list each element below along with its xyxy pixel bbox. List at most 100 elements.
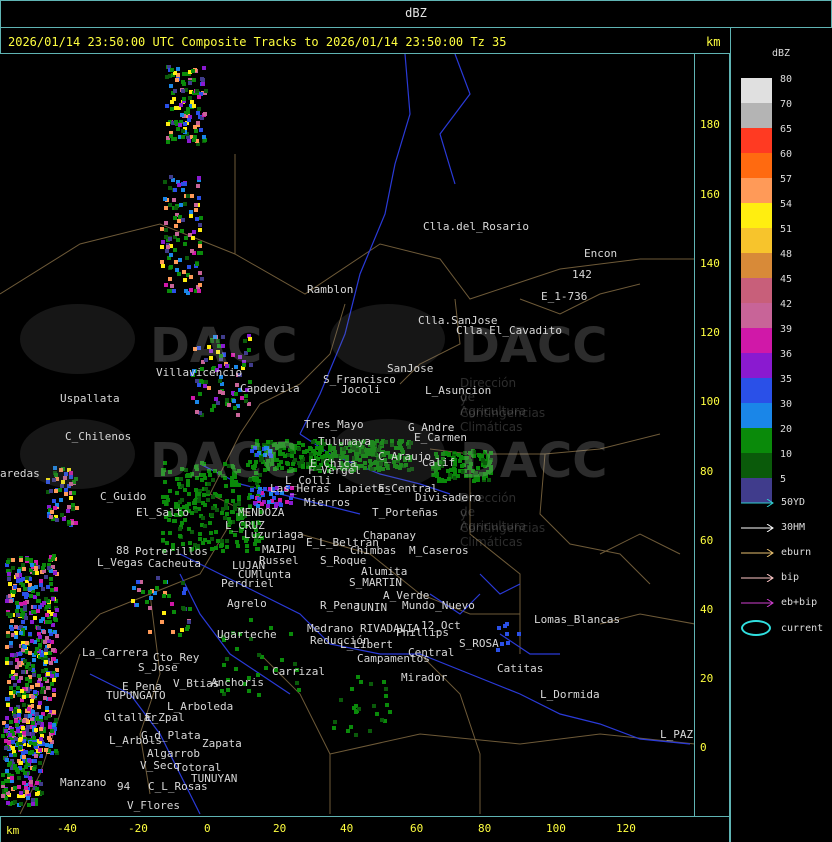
y-tick-label: 180 bbox=[700, 118, 720, 131]
place-label: TUPUNGATO bbox=[106, 689, 166, 702]
radar-echo-pixel bbox=[14, 625, 18, 629]
radar-echo-pixel bbox=[29, 594, 33, 598]
radar-echo-pixel bbox=[38, 769, 42, 773]
radar-echo-pixel bbox=[132, 586, 136, 590]
place-label: G_d_Plata bbox=[141, 729, 201, 742]
radar-echo-pixel bbox=[168, 277, 172, 281]
radar-echo-pixel bbox=[236, 413, 240, 417]
radar-echo-pixel bbox=[197, 289, 201, 293]
radar-echo-pixel bbox=[178, 123, 182, 127]
radar-echo-pixel bbox=[18, 733, 22, 737]
radar-echo-pixel bbox=[75, 506, 79, 510]
radar-echo-pixel bbox=[380, 718, 384, 722]
radar-echo-pixel bbox=[162, 611, 166, 615]
legend-level-label: 70 bbox=[780, 99, 793, 110]
radar-echo-pixel bbox=[197, 499, 201, 503]
radar-echo-pixel bbox=[60, 513, 64, 517]
legend-swatch bbox=[741, 178, 772, 203]
radar-echo-pixel bbox=[447, 477, 451, 481]
legend-level-label: 20 bbox=[780, 424, 793, 435]
radar-echo-pixel bbox=[11, 558, 15, 562]
radar-echo-pixel bbox=[198, 532, 202, 536]
radar-echo-pixel bbox=[34, 728, 38, 732]
radar-echo-pixel bbox=[141, 590, 145, 594]
radar-echo-pixel bbox=[30, 639, 34, 643]
radar-echo-pixel bbox=[41, 669, 45, 673]
radar-echo-pixel bbox=[21, 563, 25, 567]
radar-echo-pixel bbox=[4, 788, 8, 792]
radar-echo-pixel bbox=[183, 182, 187, 186]
radar-echo-pixel bbox=[189, 214, 193, 218]
radar-echo-pixel bbox=[31, 695, 35, 699]
radar-echo-pixel bbox=[188, 81, 192, 85]
legend-swatch bbox=[741, 328, 772, 353]
radar-echo-pixel bbox=[51, 597, 55, 601]
radar-echo-pixel bbox=[6, 697, 10, 701]
radar-echo-pixel bbox=[173, 248, 177, 252]
radar-echo-pixel bbox=[9, 707, 13, 711]
radar-echo-pixel bbox=[38, 748, 42, 752]
radar-echo-pixel bbox=[180, 521, 184, 525]
radar-echo-pixel bbox=[148, 630, 152, 634]
radar-echo-pixel bbox=[216, 401, 220, 405]
radar-echo-pixel bbox=[169, 84, 173, 88]
radar-echo-pixel bbox=[384, 694, 388, 698]
legend-level-label: 57 bbox=[780, 174, 793, 185]
radar-echo-pixel bbox=[172, 198, 176, 202]
radar-echo-pixel bbox=[179, 203, 183, 207]
radar-echo-pixel bbox=[28, 667, 32, 671]
radar-echo-pixel bbox=[231, 499, 235, 503]
boundary-line bbox=[599, 533, 681, 555]
radar-echo-pixel bbox=[171, 137, 175, 141]
radar-echo-pixel bbox=[257, 693, 261, 697]
radar-echo-pixel bbox=[232, 399, 236, 403]
radar-echo-pixel bbox=[24, 592, 28, 596]
place-label: T_Porteñas bbox=[372, 506, 439, 519]
radar-echo-pixel bbox=[40, 653, 44, 657]
radar-echo-pixel bbox=[155, 586, 159, 590]
radar-echo-pixel bbox=[222, 663, 226, 667]
radar-echo-pixel bbox=[10, 776, 14, 780]
radar-echo-pixel bbox=[39, 619, 43, 623]
radar-echo-pixel bbox=[135, 603, 139, 607]
radar-echo-pixel bbox=[196, 184, 200, 188]
legend-title: dBZ bbox=[772, 48, 791, 59]
y-tick-label: 140 bbox=[700, 257, 720, 270]
radar-echo-pixel bbox=[49, 489, 53, 493]
radar-echo-pixel bbox=[220, 539, 224, 543]
place-label: L_Vegas bbox=[97, 556, 144, 569]
radar-echo-pixel bbox=[15, 665, 19, 669]
place-label: L_Libert bbox=[340, 638, 393, 651]
radar-map[interactable]: DACC DACC Dirección de Agricultura y Con… bbox=[0, 54, 695, 816]
radar-echo-pixel bbox=[196, 111, 200, 115]
legend-level-label: 60 bbox=[780, 149, 793, 160]
radar-echo-pixel bbox=[62, 517, 66, 521]
y-tick-label: 40 bbox=[700, 603, 714, 616]
radar-echo-pixel bbox=[225, 398, 229, 402]
radar-echo-pixel bbox=[1, 781, 5, 785]
radar-echo-pixel bbox=[177, 219, 181, 223]
radar-echo-pixel bbox=[39, 737, 43, 741]
radar-echo-pixel bbox=[37, 705, 41, 709]
radar-echo-pixel bbox=[233, 503, 237, 507]
legend-level-label: 30 bbox=[780, 399, 793, 410]
radar-echo-pixel bbox=[216, 539, 220, 543]
radar-echo-pixel bbox=[20, 689, 24, 693]
radar-echo-pixel bbox=[186, 107, 190, 111]
radar-echo-pixel bbox=[181, 135, 185, 139]
place-label: Mirador bbox=[401, 671, 448, 684]
radar-echo-pixel bbox=[211, 495, 215, 499]
place-label: V_Flores bbox=[127, 799, 180, 812]
radar-echo-pixel bbox=[185, 627, 189, 631]
legend-level-label: 5 bbox=[780, 474, 787, 485]
place-label: L_Asuncion bbox=[425, 384, 492, 397]
place-label: L_Dormida bbox=[540, 688, 600, 701]
radar-echo-pixel bbox=[171, 630, 175, 634]
radar-echo-pixel bbox=[5, 724, 9, 728]
x-tick-label: 20 bbox=[273, 822, 287, 835]
radar-echo-pixel bbox=[16, 613, 20, 617]
radar-echo-pixel bbox=[186, 194, 190, 198]
legend-level-label: 10 bbox=[780, 449, 793, 460]
x-tick-label: -20 bbox=[128, 822, 148, 835]
radar-echo-pixel bbox=[43, 640, 47, 644]
